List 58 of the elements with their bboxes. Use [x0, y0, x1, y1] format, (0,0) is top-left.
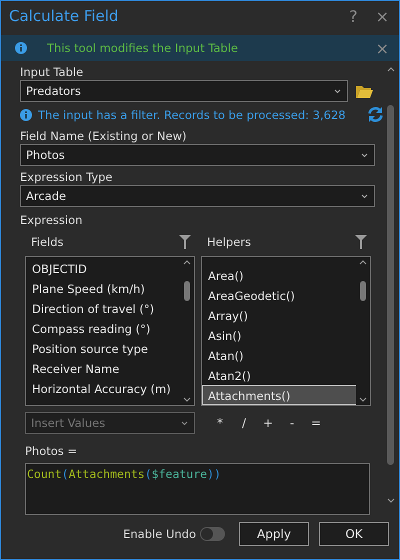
- operator-button[interactable]: /: [235, 416, 253, 430]
- field-label: Field Name (Existing or New): [20, 129, 188, 143]
- operator-button[interactable]: +: [259, 416, 277, 430]
- dropdown[interactable]: Arcade: [20, 185, 375, 207]
- chevron-up-icon[interactable]: [183, 260, 191, 265]
- operator-button[interactable]: -: [283, 416, 301, 430]
- chevron-up-icon[interactable]: [386, 67, 394, 72]
- list-item[interactable]: OBJECTID: [26, 258, 180, 278]
- info-icon: [15, 42, 27, 54]
- field-label: Expression Type: [20, 170, 114, 184]
- list-item[interactable]: Position source type: [26, 338, 180, 358]
- list-item[interactable]: Asin(): [202, 325, 356, 345]
- list-item[interactable]: Atan2(): [202, 365, 356, 385]
- info-icon: [20, 108, 32, 120]
- chevron-down-icon: [181, 420, 188, 426]
- section-label: Expression: [20, 213, 84, 227]
- filter-icon[interactable]: [355, 235, 367, 249]
- chevron-down-icon: [334, 88, 341, 94]
- folder-icon[interactable]: [356, 84, 373, 98]
- scrollbar-thumb[interactable]: [387, 105, 394, 465]
- refresh-icon[interactable]: [367, 106, 384, 123]
- window-title: Calculate Field: [9, 7, 120, 25]
- close-button[interactable]: ×: [374, 6, 391, 26]
- chevron-up-icon[interactable]: [359, 260, 367, 265]
- list-item[interactable]: Attachments(): [202, 385, 356, 405]
- chevron-down-icon: [361, 152, 368, 158]
- help-button[interactable]: ?: [347, 6, 360, 26]
- list-item[interactable]: Array(): [202, 305, 356, 325]
- ok-button[interactable]: OK: [319, 522, 389, 546]
- dropdown[interactable]: Photos: [20, 144, 375, 166]
- filter-note: The input has a filter. Records to be processed: 3,628: [38, 108, 347, 122]
- chevron-down-icon[interactable]: [359, 397, 367, 402]
- banner-text: This tool modifies the Input Table: [47, 41, 239, 55]
- list-item[interactable]: Compass reading (°): [26, 318, 180, 338]
- undo-toggle[interactable]: [200, 527, 225, 541]
- filter-icon[interactable]: [179, 235, 191, 249]
- undo-label: Enable Undo: [123, 527, 196, 541]
- field-label: Input Table: [20, 65, 84, 79]
- dropdown[interactable]: Predators: [20, 80, 348, 102]
- scrollbar-thumb[interactable]: [184, 281, 190, 301]
- operator-button[interactable]: =: [307, 416, 325, 430]
- chevron-down-icon[interactable]: [386, 498, 394, 503]
- chevron-down-icon[interactable]: [183, 397, 191, 402]
- list-item[interactable]: Plane Speed (km/h): [26, 278, 180, 298]
- chevron-down-icon: [361, 194, 368, 198]
- list-item[interactable]: Direction of travel (°): [26, 298, 180, 318]
- list-item[interactable]: AreaGeodetic(): [202, 285, 356, 305]
- list-heading: Fields: [31, 234, 64, 248]
- apply-button[interactable]: Apply: [239, 522, 309, 546]
- list-item[interactable]: Receiver Name: [26, 358, 180, 378]
- target-label: Photos =: [25, 444, 78, 458]
- list-item[interactable]: Atan(): [202, 345, 356, 365]
- list-item[interactable]: Horizontal Accuracy (m): [26, 378, 180, 398]
- list-heading: Helpers: [207, 234, 252, 248]
- scrollbar-thumb[interactable]: [360, 281, 366, 301]
- list-item[interactable]: Area(): [202, 265, 356, 285]
- code-editor[interactable]: Count(Attachments($feature)): [25, 463, 370, 515]
- operator-button[interactable]: *: [211, 416, 229, 430]
